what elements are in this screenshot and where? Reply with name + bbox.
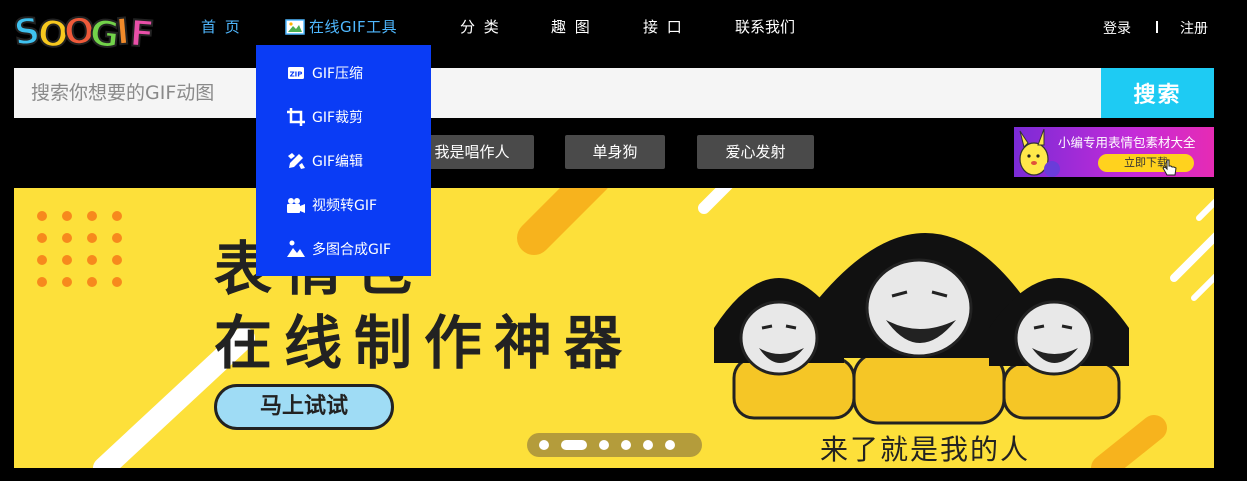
nav-fun-pics[interactable]: 趣 图 (551, 16, 592, 37)
ad-banner[interactable]: 小编专用表情包素材大全 立即下载 (1014, 127, 1214, 177)
banner-title-line2: 在线制作神器 (214, 309, 635, 377)
mascot-icon (1019, 129, 1060, 177)
menu-item-label: 视频转GIF (312, 198, 378, 214)
menu-item-label: GIF编辑 (312, 154, 364, 170)
nav-category[interactable]: 分 类 (460, 16, 501, 37)
cursor-hand-icon (1162, 159, 1177, 176)
nav-contact[interactable]: 联系我们 (735, 16, 795, 37)
carousel-dot[interactable] (539, 440, 549, 450)
menu-item-gif-compress[interactable]: ZIP GIF压缩 (286, 62, 363, 84)
tag-chip[interactable]: 单身狗 (565, 135, 665, 169)
picture-icon (285, 19, 305, 39)
auth-divider (1156, 21, 1158, 33)
tag-chip[interactable]: 爱心发射 (697, 135, 814, 169)
nav-api[interactable]: 接 口 (643, 16, 684, 37)
register-link[interactable]: 注册 (1180, 18, 1208, 38)
menu-item-label: GIF裁剪 (312, 110, 364, 126)
carousel-dot-active[interactable] (561, 440, 587, 450)
menu-item-label: 多图合成GIF (312, 242, 392, 258)
login-link[interactable]: 登录 (1103, 18, 1131, 38)
edit-icon (286, 151, 306, 171)
carousel-dot[interactable] (643, 440, 653, 450)
menu-item-video-to-gif[interactable]: 视频转GIF (286, 194, 377, 216)
gif-tools-dropdown: ZIP GIF压缩 GIF裁剪 GIF编辑 视频转GIF 多图合成GIF (256, 45, 431, 276)
search-button[interactable]: 搜索 (1101, 68, 1214, 118)
carousel-dot[interactable] (599, 440, 609, 450)
video-icon (286, 195, 306, 215)
svg-text:ZIP: ZIP (290, 71, 303, 79)
menu-item-gif-edit[interactable]: GIF编辑 (286, 150, 363, 172)
menu-item-multi-image-gif[interactable]: 多图合成GIF (286, 238, 391, 260)
crop-icon (286, 107, 306, 127)
banner-caption: 来了就是我的人 (820, 433, 1031, 466)
ad-title: 小编专用表情包素材大全 (1058, 135, 1196, 150)
images-icon (286, 239, 306, 259)
carousel-dot[interactable] (665, 440, 675, 450)
menu-item-label: GIF压缩 (312, 66, 364, 82)
nav-gif-tools[interactable]: 在线GIF工具 (285, 16, 397, 39)
zip-icon: ZIP (286, 63, 306, 83)
svg-text:F: F (128, 13, 154, 52)
soogif-logo[interactable]: S O O G I F (12, 4, 154, 52)
carousel-dot[interactable] (621, 440, 631, 450)
try-now-button[interactable]: 马上试试 (214, 384, 394, 430)
ad-download-button[interactable]: 立即下载 (1098, 154, 1194, 172)
nav-gif-tools-label: 在线GIF工具 (309, 18, 398, 36)
hero-banner[interactable]: 表情包 在线制作神器 马上试试 来了就是我的人 (14, 188, 1214, 468)
menu-item-gif-crop[interactable]: GIF裁剪 (286, 106, 363, 128)
nav-home[interactable]: 首 页 (201, 16, 242, 37)
carousel-indicators (527, 433, 702, 457)
search-input[interactable] (14, 68, 1101, 118)
